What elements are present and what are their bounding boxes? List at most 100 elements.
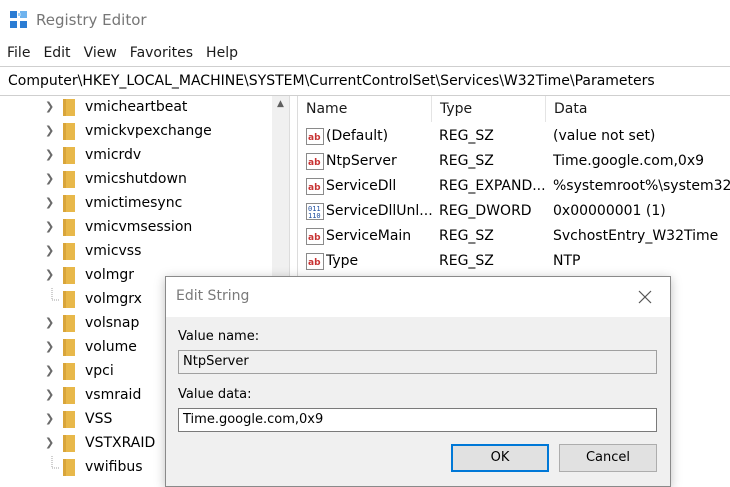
tree-item-label: vmickvpexchange [85, 123, 212, 139]
folder-icon [63, 363, 75, 380]
folder-icon [63, 315, 75, 332]
binary-value-icon: 011110 [306, 203, 324, 220]
value-type: REG_SZ [439, 228, 494, 244]
menu-view[interactable]: View [84, 42, 117, 64]
chevron-right-icon[interactable]: ❯ [45, 100, 57, 114]
tree-item-label: volume [85, 339, 137, 355]
tree-item[interactable]: ❯ vmicvmsession [0, 216, 270, 240]
folder-icon [63, 459, 75, 476]
value-type: REG_DWORD [439, 203, 532, 219]
chevron-right-icon[interactable]: ❯ [45, 124, 57, 138]
tree-item-label: vmicvss [85, 243, 142, 259]
tree-item[interactable]: ❯ vmickvpexchange [0, 120, 270, 144]
folder-icon [63, 147, 75, 164]
chevron-right-icon[interactable]: ❯ [45, 196, 57, 210]
address-path: Computer\HKEY_LOCAL_MACHINE\SYSTEM\Curre… [8, 73, 655, 89]
value-data-input[interactable]: Time.google.com,0x9 [178, 408, 657, 432]
tree-item-label: vmicrdv [85, 147, 142, 163]
tree-item-label: VSS [85, 411, 113, 427]
menu-file[interactable]: File [7, 42, 30, 64]
value-type: REG_SZ [439, 253, 494, 269]
tree-connector-icon [51, 456, 59, 469]
svg-text:110: 110 [308, 212, 321, 220]
window-title: Registry Editor [36, 11, 147, 29]
ok-button[interactable]: OK [451, 444, 549, 472]
value-name-label: Value name: [178, 329, 260, 344]
folder-icon [63, 243, 75, 260]
value-name: Type [326, 253, 359, 269]
tree-item-label: vwifibus [85, 459, 143, 475]
folder-icon [63, 99, 75, 116]
cancel-button[interactable]: Cancel [559, 444, 657, 472]
tree-item-label: vmicshutdown [85, 171, 187, 187]
value-name: (Default) [326, 128, 389, 144]
menu-edit[interactable]: Edit [43, 42, 70, 64]
address-bar[interactable]: Computer\HKEY_LOCAL_MACHINE\SYSTEM\Curre… [0, 66, 730, 96]
folder-icon [63, 411, 75, 428]
folder-icon [63, 195, 75, 212]
tree-item[interactable]: ❯ vmicheartbeat [0, 96, 270, 120]
folder-icon [63, 123, 75, 140]
value-data: (value not set) [553, 128, 656, 144]
string-value-icon: ab [306, 253, 324, 270]
value-row[interactable]: 011 110 ServiceDllUnl... REG_DWORD 0x0000000… [298, 199, 730, 224]
string-value-icon: ab [306, 178, 324, 195]
tree-item-label: volmgr [85, 267, 135, 283]
value-data: NTP [553, 253, 581, 269]
folder-icon [63, 435, 75, 452]
value-row[interactable]: ab ServiceMain REG_SZ SvchostEntry_W32Time [298, 224, 730, 249]
column-header-data[interactable]: Data [546, 96, 730, 122]
value-data: Time.google.com,0x9 [553, 153, 705, 169]
chevron-right-icon[interactable]: ❯ [45, 436, 57, 450]
svg-text:ab: ab [308, 258, 321, 268]
value-row[interactable]: ab ServiceDll REG_EXPAND... %systemroot%\sy… [298, 174, 730, 199]
tree-item[interactable]: ❯ vmicvss [0, 240, 270, 264]
value-row[interactable]: ab NtpServer REG_SZ Time.google.com,0x9 [298, 149, 730, 174]
tree-connector-icon [51, 288, 59, 301]
chevron-right-icon[interactable]: ❯ [45, 340, 57, 354]
svg-text:ab: ab [308, 158, 321, 168]
chevron-right-icon[interactable]: ❯ [45, 364, 57, 378]
registry-editor-icon [10, 11, 27, 28]
value-type: REG_EXPAND... [439, 178, 546, 194]
close-icon[interactable] [634, 287, 656, 307]
folder-icon [63, 339, 75, 356]
tree-item-label: vsmraid [85, 387, 142, 403]
scroll-up-arrow-icon[interactable]: ▲ [272, 96, 289, 113]
value-data: SvchostEntry_W32Time [553, 228, 719, 244]
svg-text:ab: ab [308, 183, 321, 193]
column-header-name[interactable]: Name [298, 96, 432, 122]
chevron-right-icon[interactable]: ❯ [45, 268, 57, 282]
chevron-right-icon[interactable]: ❯ [45, 412, 57, 426]
menu-favorites[interactable]: Favorites [130, 42, 193, 64]
value-name: ServiceDll [326, 178, 397, 194]
tree-item[interactable]: ❯ vmicrdv [0, 144, 270, 168]
string-value-icon: ab [306, 128, 324, 145]
title-bar: Registry Editor [0, 0, 730, 40]
value-data-label: Value data: [178, 387, 252, 402]
value-data: 0x00000001 (1) [553, 203, 666, 219]
svg-text:ab: ab [308, 133, 321, 143]
value-row[interactable]: ab Type REG_SZ NTP [298, 249, 730, 274]
chevron-right-icon[interactable]: ❯ [45, 244, 57, 258]
value-name: ServiceMain [326, 228, 412, 244]
chevron-right-icon[interactable]: ❯ [45, 148, 57, 162]
chevron-right-icon[interactable]: ❯ [45, 172, 57, 186]
menu-help[interactable]: Help [206, 42, 238, 64]
folder-icon [63, 219, 75, 236]
chevron-right-icon[interactable]: ❯ [45, 316, 57, 330]
value-data: %systemroot%\system32 [553, 178, 730, 194]
folder-icon [63, 171, 75, 188]
tree-item[interactable]: ❯ vmicshutdown [0, 168, 270, 192]
tree-item-label: volmgrx [85, 291, 142, 307]
chevron-right-icon[interactable]: ❯ [45, 220, 57, 234]
tree-item-label: vmicheartbeat [85, 99, 188, 115]
tree-item[interactable]: ❯ vmictimesync [0, 192, 270, 216]
column-header-type[interactable]: Type [432, 96, 546, 122]
edit-string-dialog: Edit String Value name: NtpServer Value … [165, 276, 671, 487]
tree-item-label: volsnap [85, 315, 140, 331]
folder-icon [63, 387, 75, 404]
value-row[interactable]: ab (Default) REG_SZ (value not set) [298, 124, 730, 149]
folder-icon [63, 291, 75, 308]
chevron-right-icon[interactable]: ❯ [45, 388, 57, 402]
